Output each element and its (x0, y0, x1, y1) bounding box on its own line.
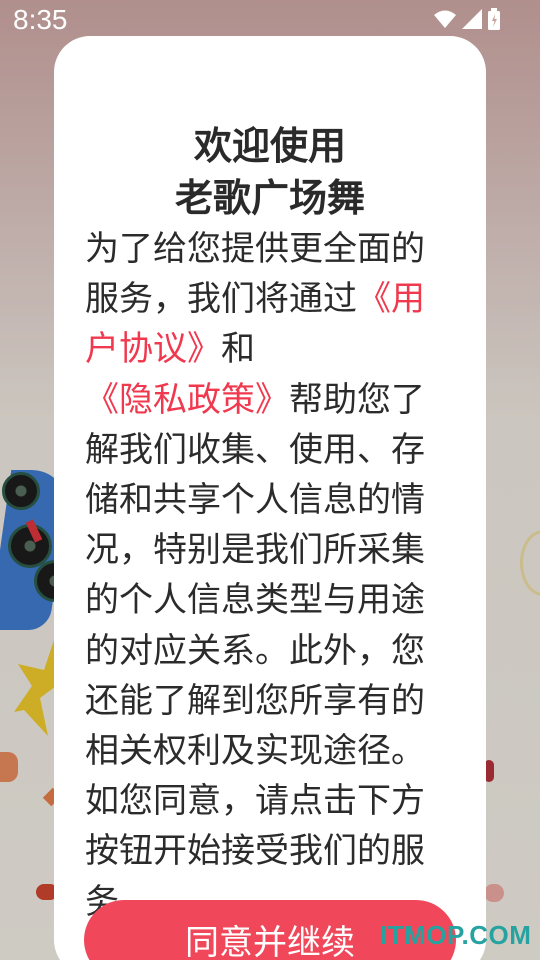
body-text-details: 帮助您了解我们收集、使用、存储和共享个人信息的情况，特别是我们所采集的个人信息类… (85, 379, 425, 922)
status-icons (434, 8, 500, 30)
signal-icon (462, 9, 482, 29)
dialog-body-text: 为了给您提供更全面的服务，我们将通过《用户协议》和《隐私政策》帮助您了解我们收集… (85, 224, 455, 927)
watermark-logo: ITMOP.COM (380, 920, 532, 950)
app-screen: 8:35 欢迎使用 老歌广场舞 为了给您提供更全面的服务，我们将通过《用户协议》… (0, 0, 540, 960)
dialog-title-line1: 欢迎使用 (193, 124, 346, 168)
dialog-title: 欢迎使用 老歌广场舞 (54, 120, 486, 224)
privacy-dialog: 欢迎使用 老歌广场舞 为了给您提供更全面的服务，我们将通过《用户协议》和《隐私政… (54, 36, 486, 960)
status-time: 8:35 (13, 4, 68, 35)
privacy-policy-link[interactable]: 《隐私政策》 (85, 380, 289, 420)
dialog-title-line2: 老歌广场舞 (174, 176, 365, 220)
wifi-icon (434, 10, 456, 28)
body-text-and: 和 (221, 329, 255, 370)
battery-icon (488, 8, 500, 30)
